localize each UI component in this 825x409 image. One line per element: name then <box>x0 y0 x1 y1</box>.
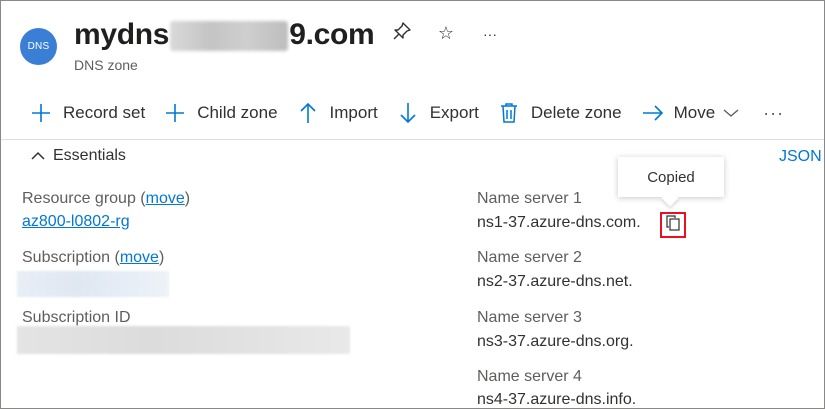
copy-icon <box>666 214 680 236</box>
export-button[interactable]: Export <box>398 102 479 124</box>
move-subscription-link[interactable]: move <box>120 249 159 266</box>
essentials-toggle[interactable]: Essentials <box>31 147 126 165</box>
favorite-star-icon[interactable]: ☆ <box>435 23 457 44</box>
name-server-4-label: Name server 4 <box>477 368 582 385</box>
arrow-up-icon <box>298 102 320 124</box>
page-subtitle: DNS zone <box>74 57 138 73</box>
title-prefix: mydns <box>74 18 170 51</box>
subscription-label: Subscription <box>22 249 111 266</box>
child-zone-label: Child zone <box>197 103 278 122</box>
name-server-2-value: ns2-37.azure-dns.net. <box>477 273 633 290</box>
name-server-1-value: ns1-37.azure-dns.com. <box>477 214 641 231</box>
import-button[interactable]: Import <box>298 102 378 124</box>
redacted-subscription-value <box>17 271 169 297</box>
json-view-link[interactable]: JSON <box>779 148 822 166</box>
delete-zone-button[interactable]: Delete zone <box>499 102 622 124</box>
import-label: Import <box>329 103 378 122</box>
subscription-id-label: Subscription ID <box>22 309 131 326</box>
subscription-label-row: Subscription (move) <box>22 249 165 266</box>
title-suffix: 9.com <box>289 18 375 51</box>
trash-icon <box>499 102 521 124</box>
copied-tooltip: Copied <box>618 157 724 197</box>
name-server-2-label: Name server 2 <box>477 249 582 266</box>
essentials-label: Essentials <box>53 147 126 164</box>
chevron-up-icon <box>31 148 45 164</box>
resource-group-label: Resource group <box>22 190 136 207</box>
add-child-zone-button[interactable]: Child zone <box>165 103 278 123</box>
redacted-subscription-id <box>17 326 350 354</box>
page-title: mydns 9.com <box>74 15 375 55</box>
arrow-right-icon <box>642 103 664 123</box>
dns-zone-panel: DNS mydns 9.com ☆ ··· DNS zone Record set… <box>0 0 825 409</box>
command-bar: Record set Child zone Import Export Dele… <box>31 97 784 129</box>
more-actions-icon[interactable]: ··· <box>479 26 501 42</box>
name-server-3-value: ns3-37.azure-dns.org. <box>477 333 634 350</box>
resource-group-link[interactable]: az800-l0802-rg <box>22 213 130 231</box>
chevron-down-icon <box>723 105 739 121</box>
resource-group-label-row: Resource group (move) <box>22 190 191 207</box>
toolbar-more-icon[interactable]: ··· <box>763 103 784 124</box>
move-resource-group-link[interactable]: move <box>146 190 185 207</box>
toolbar-divider <box>1 139 824 140</box>
delete-zone-label: Delete zone <box>530 103 622 122</box>
add-record-set-button[interactable]: Record set <box>31 103 145 123</box>
plus-icon <box>31 103 53 123</box>
pin-icon[interactable] <box>391 21 413 46</box>
redacted-title-segment <box>170 21 289 52</box>
name-server-4-value: ns4-37.azure-dns.info. <box>477 391 637 408</box>
arrow-down-icon <box>398 102 420 124</box>
dns-zone-icon: DNS <box>20 28 57 65</box>
tooltip-text: Copied <box>647 168 695 186</box>
record-set-label: Record set <box>63 103 146 122</box>
plus-icon <box>165 103 187 123</box>
move-dropdown-button[interactable]: Move <box>642 103 740 123</box>
export-label: Export <box>429 103 479 122</box>
title-actions: ☆ ··· <box>391 21 501 46</box>
move-label: Move <box>673 103 716 122</box>
name-server-1-label: Name server 1 <box>477 190 582 207</box>
name-server-3-label: Name server 3 <box>477 309 582 326</box>
copy-to-clipboard-button[interactable] <box>660 212 686 238</box>
